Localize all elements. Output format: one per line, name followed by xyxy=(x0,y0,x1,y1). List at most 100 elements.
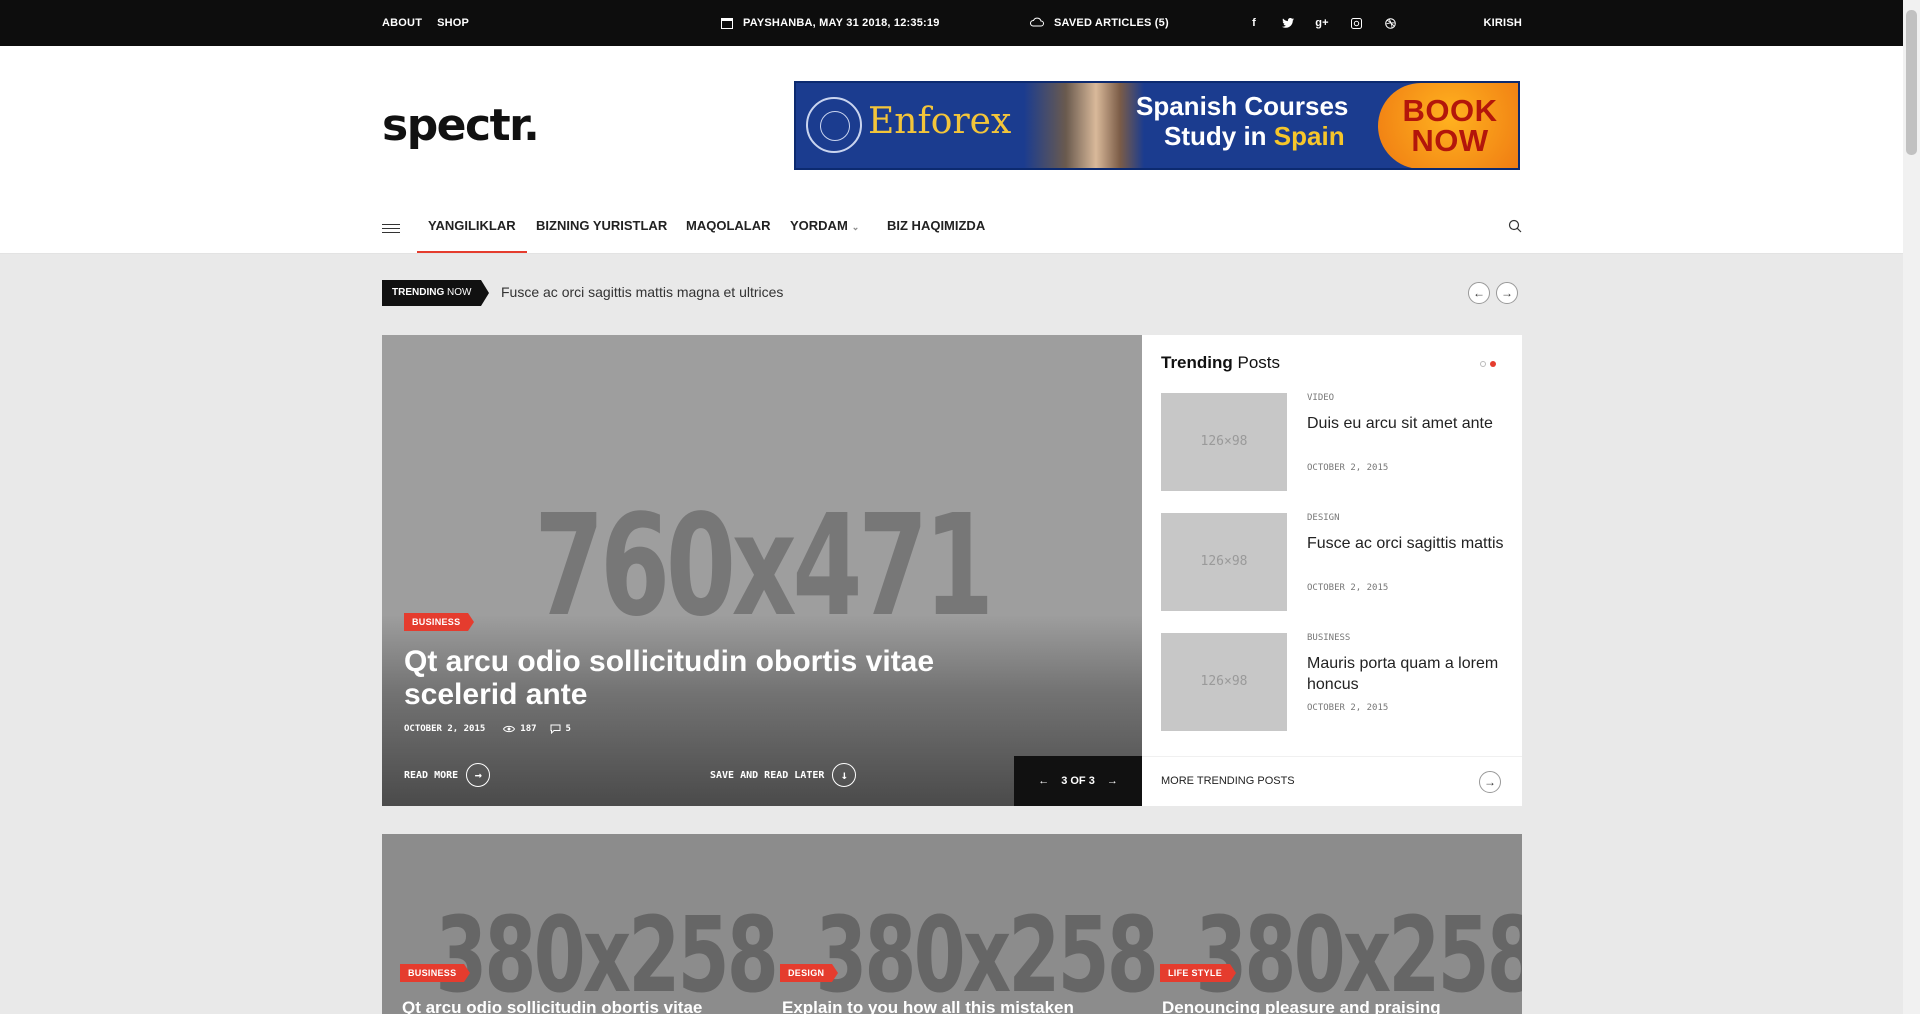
read-more-button[interactable]: READ MORE → xyxy=(404,763,491,787)
save-later-button[interactable]: SAVE AND READ LATER ↓ xyxy=(710,763,857,787)
hero-views-count: 187 xyxy=(520,724,537,734)
main-nav: YANGILIKLAR BIZNING YURISTLAR MAQOLALAR … xyxy=(382,211,1522,253)
trending-post[interactable]: 126×98 BUSINESS Mauris porta quam a lore… xyxy=(1161,633,1501,731)
nav-item-yordam[interactable]: YORDAM ⌄ xyxy=(790,211,859,253)
trending-posts-title-bold: Trending xyxy=(1161,353,1233,372)
nav-item-bizning-yuristlar[interactable]: BIZNING YURISTLAR xyxy=(536,211,667,253)
read-more-label: READ MORE xyxy=(404,769,459,781)
card-title[interactable]: Qt arcu odio sollicitudin obortis vitae xyxy=(402,998,742,1014)
nav-item-maqolalar[interactable]: MAQOLALAR xyxy=(686,211,771,253)
card-category-badge[interactable]: LIFE STYLE xyxy=(1160,964,1237,982)
ad-seal-icon xyxy=(806,97,862,153)
trending-post[interactable]: 126×98 DESIGN Fusce ac orci sagittis mat… xyxy=(1161,513,1504,611)
post-category[interactable]: VIDEO xyxy=(1307,393,1334,403)
hero-category-badge[interactable]: BUSINESS xyxy=(404,613,475,631)
hero-title[interactable]: Qt arcu odio sollicitudin obortis vitae … xyxy=(404,645,964,711)
login-area: KIRISH xyxy=(1484,0,1522,46)
post-category[interactable]: BUSINESS xyxy=(1307,633,1350,643)
card-category-badge[interactable]: DESIGN xyxy=(780,964,839,982)
chevron-down-icon: ⌄ xyxy=(851,222,860,232)
hero-meta: OCTOBER 2, 2015 187 5 xyxy=(404,724,571,734)
featured-post[interactable]: 760x471 BUSINESS Qt arcu odio sollicitud… xyxy=(382,335,1142,806)
save-later-label: SAVE AND READ LATER xyxy=(710,769,825,781)
post-thumbnail[interactable]: 126×98 xyxy=(1161,633,1287,731)
cloud-icon xyxy=(1030,17,1044,30)
hero-comments-count: 5 xyxy=(565,724,571,734)
login-link[interactable]: KIRISH xyxy=(1484,17,1522,29)
ad-cta-2: NOW xyxy=(1411,123,1489,158)
trending-post[interactable]: 126×98 VIDEO Duis eu arcu sit amet ante … xyxy=(1161,393,1501,491)
hero-pager: ← 3 OF 3 → xyxy=(1014,756,1142,806)
top-links: ABOUT SHOP xyxy=(382,0,469,46)
dribbble-icon[interactable] xyxy=(1383,16,1397,30)
post-title[interactable]: Mauris porta quam a lorem honcus xyxy=(1307,653,1507,695)
pager-text: 3 OF 3 xyxy=(1061,775,1095,787)
calendar-icon xyxy=(721,17,733,29)
date-text: PAYSHANBA, MAY 31 2018, 12:35:19 xyxy=(743,17,940,29)
pager-prev-icon[interactable]: ← xyxy=(1038,775,1049,787)
nav-item-biz-haqimizda[interactable]: BIZ HAQIMIZDA xyxy=(887,211,985,253)
ticker-next-icon[interactable]: → xyxy=(1496,282,1518,304)
about-link[interactable]: ABOUT xyxy=(382,17,422,29)
trending-posts-title: Trending Posts xyxy=(1161,353,1280,373)
saved-articles[interactable]: SAVED ARTICLES (5) xyxy=(1030,0,1169,46)
hero-date: OCTOBER 2, 2015 xyxy=(404,724,486,734)
post-title[interactable]: Fusce ac orci sagittis mattis xyxy=(1307,533,1507,554)
site-logo[interactable]: spectr. xyxy=(382,100,540,151)
card-title[interactable]: Explain to you how all this mistaken xyxy=(782,998,1122,1014)
arrow-right-icon: → xyxy=(1479,771,1501,793)
menu-icon[interactable] xyxy=(382,224,400,236)
ad-line-2-highlight: Spain xyxy=(1273,121,1345,151)
post-grid: 380x258 BUSINESS Qt arcu odio sollicitud… xyxy=(382,834,1522,1014)
dot-inactive[interactable] xyxy=(1480,361,1486,367)
post-date: OCTOBER 2, 2015 xyxy=(1307,583,1389,593)
ad-line-2-text: Study in xyxy=(1164,121,1274,151)
post-date: OCTOBER 2, 2015 xyxy=(1307,463,1389,473)
ad-book-now[interactable]: BOOK NOW xyxy=(1378,83,1518,168)
facebook-icon[interactable]: f xyxy=(1247,16,1261,30)
ad-brand: Enforex xyxy=(868,101,1012,142)
google-plus-icon[interactable]: g+ xyxy=(1315,16,1329,30)
arrow-right-icon: → xyxy=(466,763,491,787)
carousel-dots xyxy=(1480,361,1496,367)
pager-next-icon[interactable]: → xyxy=(1107,775,1118,787)
comment-icon xyxy=(550,724,561,734)
twitter-icon[interactable] xyxy=(1281,16,1295,30)
trending-posts-title-rest: Posts xyxy=(1232,353,1281,372)
trending-label-bold: TRENDING xyxy=(392,287,445,298)
grid-card[interactable]: 380x258 BUSINESS Qt arcu odio sollicitud… xyxy=(382,834,779,1014)
site-header: spectr. Enforex Spanish Courses Study in… xyxy=(0,46,1903,254)
top-bar: ABOUT SHOP PAYSHANBA, MAY 31 2018, 12:35… xyxy=(0,0,1903,46)
saved-articles-label: SAVED ARTICLES (5) xyxy=(1054,17,1169,29)
eye-icon xyxy=(503,725,516,733)
grid-card[interactable]: 380x258 DESIGN Explain to you how all th… xyxy=(762,834,1159,1014)
shop-link[interactable]: SHOP xyxy=(437,17,469,29)
trending-ticker: TRENDING NOW Fusce ac orci sagittis matt… xyxy=(382,280,1522,306)
nav-item-yordam-label: YORDAM xyxy=(790,218,848,233)
trending-label-rest: NOW xyxy=(444,287,472,298)
ad-line-1: Spanish Courses xyxy=(1136,91,1349,121)
ad-banner[interactable]: Enforex Spanish Courses Study in Spain B… xyxy=(794,81,1520,170)
ticker-prev-icon[interactable]: ← xyxy=(1468,282,1490,304)
card-image-placeholder: 380x258 xyxy=(1195,894,1522,1014)
post-thumbnail[interactable]: 126×98 xyxy=(1161,513,1287,611)
card-category-badge[interactable]: BUSINESS xyxy=(400,964,471,982)
page-scrollbar[interactable] xyxy=(1903,0,1920,1014)
social-links: f g+ xyxy=(1247,0,1397,46)
post-title[interactable]: Duis eu arcu sit amet ante xyxy=(1307,413,1507,434)
search-icon[interactable] xyxy=(1508,219,1522,233)
post-thumbnail[interactable]: 126×98 xyxy=(1161,393,1287,491)
nav-item-yangiliklar[interactable]: YANGILIKLAR xyxy=(417,211,527,253)
trending-headline[interactable]: Fusce ac orci sagittis mattis magna et u… xyxy=(501,284,783,300)
instagram-icon[interactable] xyxy=(1349,16,1363,30)
card-image-placeholder: 380x258 xyxy=(435,894,779,1014)
grid-card[interactable]: 380x258 LIFE STYLE Denouncing pleasure a… xyxy=(1142,834,1522,1014)
trending-label: TRENDING NOW xyxy=(382,280,490,306)
dot-active[interactable] xyxy=(1490,361,1496,367)
card-title[interactable]: Denouncing pleasure and praising xyxy=(1162,998,1502,1014)
hero-views: 187 5 xyxy=(503,724,571,734)
arrow-down-icon: ↓ xyxy=(832,763,857,787)
post-category[interactable]: DESIGN xyxy=(1307,513,1340,523)
more-trending-posts[interactable]: MORE TRENDING POSTS → xyxy=(1142,756,1522,807)
scrollbar-thumb[interactable] xyxy=(1906,10,1917,155)
